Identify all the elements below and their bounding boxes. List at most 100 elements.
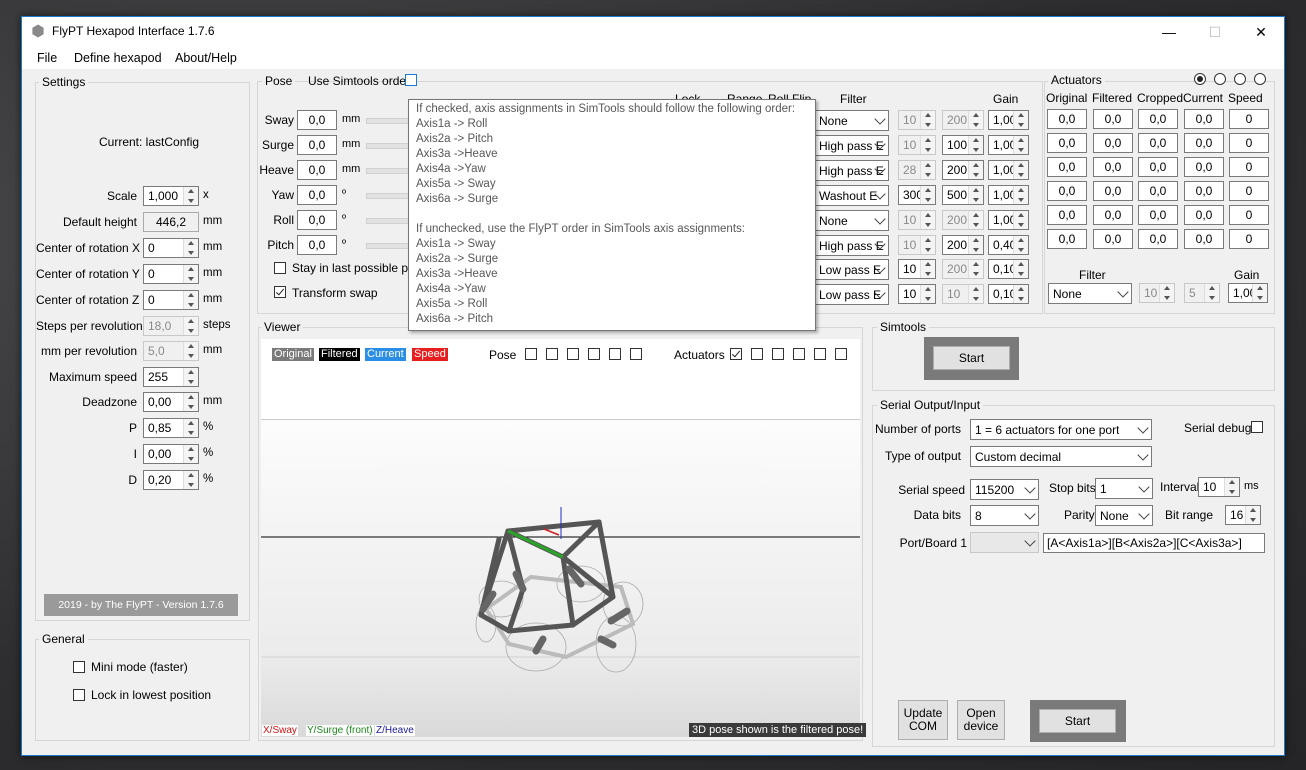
pose-gain-input[interactable]: 0,40	[988, 235, 1029, 255]
viewer-actuator-checkbox[interactable]	[793, 348, 805, 360]
pose-gain-input[interactable]: 1,00	[988, 160, 1029, 180]
transform-swap-checkbox[interactable]	[274, 286, 286, 298]
setting-value-input[interactable]: 18,0	[143, 316, 199, 336]
viewer-actuator-checkbox[interactable]	[730, 348, 742, 360]
viewer-legend-item[interactable]: Original	[272, 348, 314, 361]
use-simtools-checkbox[interactable]	[405, 74, 417, 86]
pose-filter-select[interactable]: Washout E	[814, 185, 889, 206]
viewer-actuator-checkbox[interactable]	[772, 348, 784, 360]
actuator-view-radio-1[interactable]	[1194, 73, 1206, 85]
viewer-actuator-checkbox[interactable]	[835, 348, 847, 360]
pose-axis-slider[interactable]	[366, 193, 410, 199]
viewer-actuator-checkbox[interactable]	[751, 348, 763, 360]
bit-range-input[interactable]: 16	[1225, 505, 1261, 525]
close-button[interactable]: ✕	[1238, 17, 1284, 47]
pose-axis-slider[interactable]	[366, 243, 410, 249]
pose-gain-input[interactable]: 0,10	[988, 259, 1029, 279]
maximize-button[interactable]: ☐	[1192, 17, 1238, 47]
actuator-filter-select[interactable]: None	[1048, 283, 1132, 304]
setting-value-input[interactable]: 5,0	[143, 341, 199, 361]
viewer-legend-item[interactable]: Filtered	[319, 348, 360, 361]
minimize-button[interactable]: —	[1146, 17, 1192, 47]
pose-filter-b[interactable]: 100	[942, 135, 984, 155]
lock-lowest-checkbox[interactable]	[73, 689, 85, 701]
pose-filter-a[interactable]: 10	[898, 284, 936, 304]
stop-bits-select[interactable]: 1	[1095, 478, 1153, 499]
simtools-start-button[interactable]: Start	[933, 346, 1010, 370]
pose-filter-select[interactable]: High pass E	[814, 160, 889, 181]
output-format-input[interactable]: [A<Axis1a>][B<Axis2a>][C<Axis3a>]	[1043, 533, 1265, 553]
viewer-legend-item[interactable]: Speed	[412, 348, 448, 361]
type-output-select[interactable]: Custom decimal	[970, 446, 1152, 467]
setting-value-input[interactable]: 255	[143, 367, 199, 387]
actuator-gain-input[interactable]: 1,00	[1228, 283, 1268, 303]
pose-filter-a[interactable]: 10	[898, 110, 936, 130]
pose-filter-select[interactable]: Low pass E	[814, 259, 889, 280]
port-board-select[interactable]	[970, 532, 1039, 553]
pose-filter-a[interactable]: 10	[898, 210, 936, 230]
viewer-canvas[interactable]	[261, 339, 860, 737]
viewer-pose-checkbox[interactable]	[588, 348, 600, 360]
menu-file[interactable]: File	[37, 51, 57, 65]
pose-gain-input[interactable]: 1,00	[988, 135, 1029, 155]
setting-value-input[interactable]: 1,000	[143, 186, 199, 206]
viewer-pose-checkbox[interactable]	[546, 348, 558, 360]
pose-gain-input[interactable]: 1,00	[988, 110, 1029, 130]
viewer-legend-item[interactable]: Current	[365, 348, 406, 361]
menu-about-help[interactable]: About/Help	[175, 51, 237, 65]
setting-value-input[interactable]: 0	[143, 290, 199, 310]
pose-filter-a[interactable]: 10	[898, 235, 936, 255]
parity-select[interactable]: None	[1095, 505, 1153, 526]
pose-filter-b[interactable]: 200	[942, 110, 984, 130]
pose-filter-select[interactable]: None	[814, 210, 889, 231]
pose-filter-select[interactable]: High pass E	[814, 135, 889, 156]
mini-mode-checkbox[interactable]	[73, 661, 85, 673]
pose-gain-input[interactable]: 1,00	[988, 210, 1029, 230]
pose-gain-input[interactable]: 0,10	[988, 284, 1029, 304]
setting-value-input[interactable]: 0,20	[143, 470, 199, 490]
setting-value-input[interactable]: 0,00	[143, 392, 199, 412]
viewer-pose-checkbox[interactable]	[630, 348, 642, 360]
pose-filter-b[interactable]: 200	[942, 259, 984, 279]
setting-value-input[interactable]: 0,00	[143, 444, 199, 464]
pose-axis-slider[interactable]	[366, 218, 410, 224]
viewer-pose-checkbox[interactable]	[525, 348, 537, 360]
pose-filter-b[interactable]: 10	[942, 284, 984, 304]
interval-input[interactable]: 10	[1198, 477, 1240, 497]
pose-axis-slider[interactable]	[366, 168, 410, 174]
pose-filter-select[interactable]: High pass E	[814, 235, 889, 256]
actuator-view-radio-4[interactable]	[1254, 73, 1266, 85]
serial-start-button[interactable]: Start	[1039, 709, 1116, 733]
pose-filter-b[interactable]: 500	[942, 185, 984, 205]
actuator-filter-a[interactable]: 10	[1139, 283, 1175, 303]
actuator-view-radio-3[interactable]	[1234, 73, 1246, 85]
pose-filter-a[interactable]: 10	[898, 259, 936, 279]
setting-value-input[interactable]: 0,85	[143, 418, 199, 438]
stay-last-pose-checkbox[interactable]	[274, 262, 286, 274]
pose-filter-a[interactable]: 300	[898, 185, 936, 205]
serial-debug-checkbox[interactable]	[1251, 421, 1263, 433]
pose-filter-select[interactable]: None	[814, 110, 889, 131]
viewer-pose-checkbox[interactable]	[567, 348, 579, 360]
menu-define-hexapod[interactable]: Define hexapod	[74, 51, 162, 65]
pose-gain-input[interactable]: 1,00	[988, 185, 1029, 205]
pose-filter-a[interactable]: 10	[898, 135, 936, 155]
actuator-filter-b[interactable]: 5	[1184, 283, 1220, 303]
ports-select[interactable]: 1 = 6 actuators for one port	[970, 419, 1152, 440]
pose-filter-b[interactable]: 200	[942, 160, 984, 180]
update-com-button[interactable]: Update COM	[898, 700, 948, 740]
pose-filter-b[interactable]: 200	[942, 235, 984, 255]
serial-speed-select[interactable]: 115200	[970, 479, 1039, 500]
data-bits-select[interactable]: 8	[970, 505, 1039, 526]
setting-value-input[interactable]: 0	[143, 264, 199, 284]
setting-value-input[interactable]: 0	[143, 238, 199, 258]
actuator-view-radio-2[interactable]	[1214, 73, 1226, 85]
viewer-pose-checkbox[interactable]	[609, 348, 621, 360]
viewer-actuator-checkbox[interactable]	[814, 348, 826, 360]
pose-axis-slider[interactable]	[366, 118, 410, 124]
open-device-button[interactable]: Open device	[957, 700, 1005, 740]
pose-filter-a[interactable]: 28	[898, 160, 936, 180]
pose-axis-slider[interactable]	[366, 143, 410, 149]
pose-filter-select[interactable]: Low pass E	[814, 284, 889, 305]
pose-filter-b[interactable]: 200	[942, 210, 984, 230]
